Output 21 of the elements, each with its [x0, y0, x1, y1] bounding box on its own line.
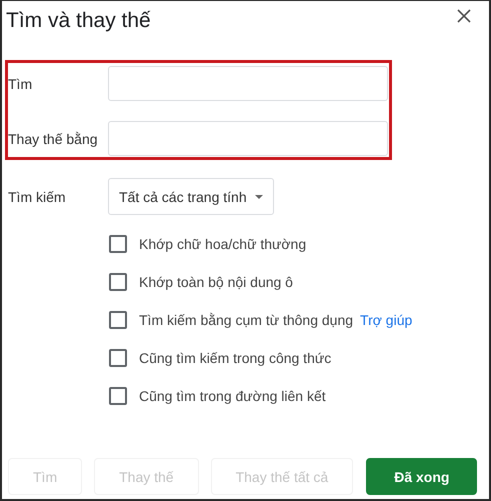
dialog-title: Tìm và thay thế [6, 9, 151, 33]
checkbox[interactable] [109, 310, 127, 328]
field-label: Tìm [8, 76, 34, 92]
checkbox[interactable] [109, 386, 127, 404]
option-label: Cũng tìm trong đường liên kết [139, 388, 326, 404]
text-field[interactable] [108, 121, 388, 156]
field-label: Thay thế bằng [8, 130, 99, 146]
text-field[interactable] [108, 66, 388, 101]
option-label: Khớp chữ hoa/chữ thường [139, 236, 306, 252]
field-label: Tìm kiếm [8, 188, 67, 204]
scope-dropdown[interactable]: Tất cả các trang tính [108, 178, 274, 215]
option-label: Tìm kiếm bằng cụm từ thông dụng [139, 312, 354, 328]
help-link[interactable]: Trợ giúp [360, 312, 412, 328]
option-label: Cũng tìm kiếm trong công thức [139, 350, 332, 366]
checkbox[interactable] [109, 348, 127, 366]
done-button[interactable]: Đã xong [366, 458, 478, 495]
checkbox[interactable] [109, 272, 127, 290]
option-label: Khớp toàn bộ nội dung ô [139, 274, 293, 290]
checkbox[interactable] [109, 234, 127, 252]
caret-icon [254, 194, 263, 198]
close-icon[interactable] [456, 8, 472, 24]
